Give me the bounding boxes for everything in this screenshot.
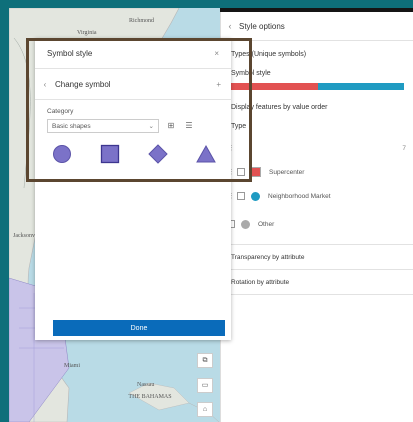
style-options-header: ‹ Style options [221,12,413,41]
plus-icon[interactable]: + [216,80,221,89]
done-button[interactable]: Done [53,320,225,336]
style-options-panel: ‹ Style options Types (Unique symbols) S… [220,12,413,422]
count-value: 7 [402,144,406,152]
rotation-by-attribute[interactable]: Rotation by attribute [221,270,413,295]
gray-circle-swatch-icon[interactable] [241,219,250,229]
types-heading[interactable]: Types (Unique symbols) [231,51,404,58]
grid-view-icon[interactable]: ⊞ [165,120,177,132]
type-label-other: Other [258,220,275,228]
transparency-by-attribute[interactable]: Transparency by attribute [221,245,413,270]
type-label: Type [231,123,247,130]
symbol-style-label: Symbol style [231,70,271,77]
display-order-label: Display features by value order [231,104,328,111]
map-label-bahamas: THE BAHAMAS [128,394,172,400]
map-label-virginia: Virginia [77,30,97,36]
type-label-neighborhood-market: Neighborhood Market [268,192,331,200]
list-view-icon[interactable]: ☰ [183,120,195,132]
type-label-supercenter: Supercenter [269,168,305,176]
map-tool-icon[interactable]: ⧉ [197,353,213,368]
map-label-richmond: Richmond [129,18,154,24]
close-icon[interactable]: × [214,49,219,58]
category-select[interactable]: Basic shapes ⌄ [47,119,159,133]
row-checkbox[interactable] [237,192,245,200]
monitor-icon[interactable]: ▭ [197,378,213,393]
row-checkbox[interactable] [237,168,245,176]
back-chevron-icon[interactable]: ‹ [35,80,55,89]
back-chevron-icon[interactable]: ‹ [221,21,239,31]
diamond-symbol-icon[interactable] [147,143,169,165]
style-options-title: Style options [239,21,285,31]
blue-circle-swatch-icon[interactable] [251,191,260,201]
type-row-supercenter[interactable]: ⋮⋮ Supercenter [221,160,413,184]
home-icon[interactable]: ⌂ [197,402,213,417]
app-frame: Virginia Richmond Jacksonville Miami Nas… [9,8,413,422]
square-symbol-icon[interactable] [99,143,121,165]
symbol-style-popup: Symbol style × ‹ Change symbol + Categor… [35,38,231,340]
category-value: Basic shapes [52,122,91,130]
type-header-row: ⋮⋮ 7 [221,136,413,160]
popup-title: Symbol style [47,48,93,58]
type-row-neighborhood-market[interactable]: ⋮⋮ Neighborhood Market [221,184,413,208]
symbol-color-ramp[interactable] [231,83,404,90]
change-symbol-row[interactable]: ‹ Change symbol + [35,69,231,100]
type-row-other[interactable]: Other [221,212,413,236]
map-label-miami: Miami [64,363,80,369]
change-symbol-label: Change symbol [55,79,111,89]
red-square-swatch-icon[interactable] [251,167,261,177]
category-label: Category [47,108,74,115]
map-label-nassau: Nassau [137,382,155,388]
triangle-symbol-icon[interactable] [195,143,217,165]
chevron-down-icon: ⌄ [148,123,154,130]
circle-symbol-icon[interactable] [51,143,73,165]
